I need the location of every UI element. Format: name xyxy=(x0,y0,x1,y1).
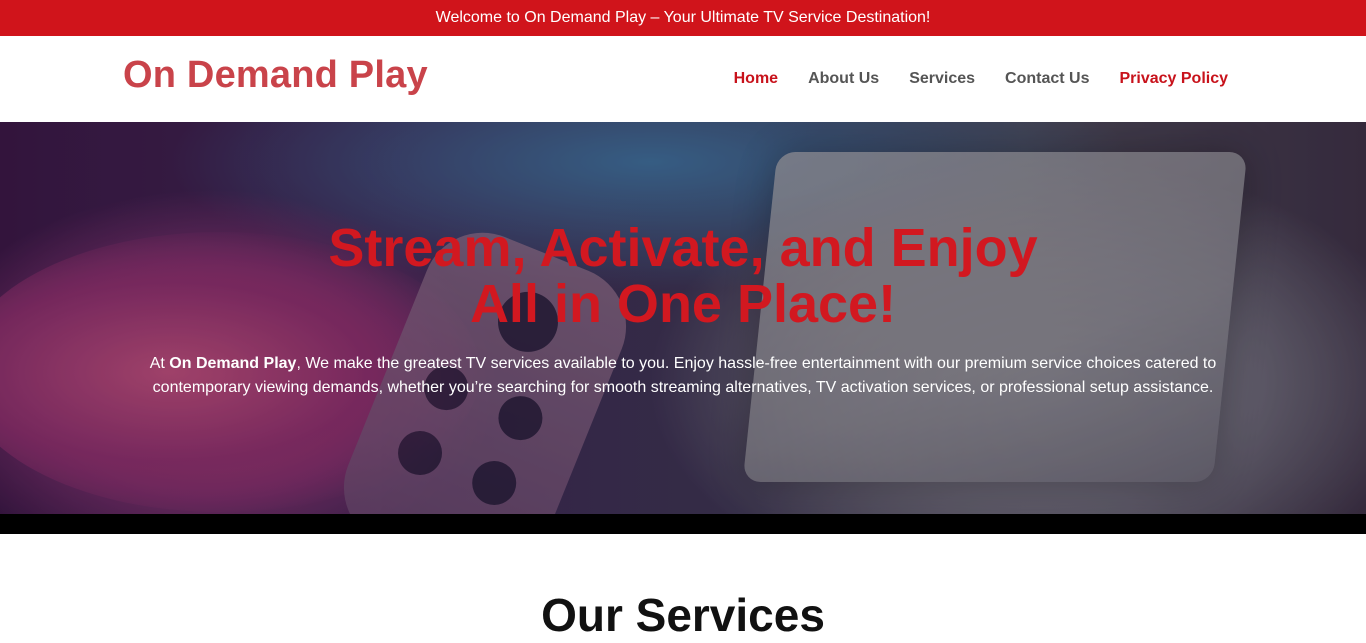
hero-title: Stream, Activate, and Enjoy All in One P… xyxy=(0,220,1366,332)
hero-title-line-1: Stream, Activate, and Enjoy xyxy=(328,218,1038,278)
main-nav: Home About Us Services Contact Us Privac… xyxy=(734,70,1228,88)
announcement-text: Welcome to On Demand Play – Your Ultimat… xyxy=(435,9,931,26)
nav-about-us[interactable]: About Us xyxy=(808,70,879,88)
nav-services[interactable]: Services xyxy=(909,70,975,88)
hero-description: At On Demand Play, We make the greatest … xyxy=(133,352,1233,400)
section-divider xyxy=(0,514,1366,534)
site-logo[interactable]: On Demand Play xyxy=(123,54,428,97)
hero-text-body: , We make the greatest TV services avail… xyxy=(152,355,1217,396)
nav-contact-us[interactable]: Contact Us xyxy=(1005,70,1089,88)
hero-text-brand: On Demand Play xyxy=(169,355,297,372)
hero-title-line-2: All in One Place! xyxy=(469,274,897,334)
hero-text-prefix: At xyxy=(149,355,170,372)
nav-privacy-policy[interactable]: Privacy Policy xyxy=(1119,70,1228,88)
nav-home[interactable]: Home xyxy=(734,70,778,88)
announcement-bar: Welcome to On Demand Play – Your Ultimat… xyxy=(0,0,1366,36)
site-header: On Demand Play Home About Us Services Co… xyxy=(0,36,1366,122)
services-heading: Our Services xyxy=(541,589,825,641)
hero-banner: Stream, Activate, and Enjoy All in One P… xyxy=(0,122,1366,514)
